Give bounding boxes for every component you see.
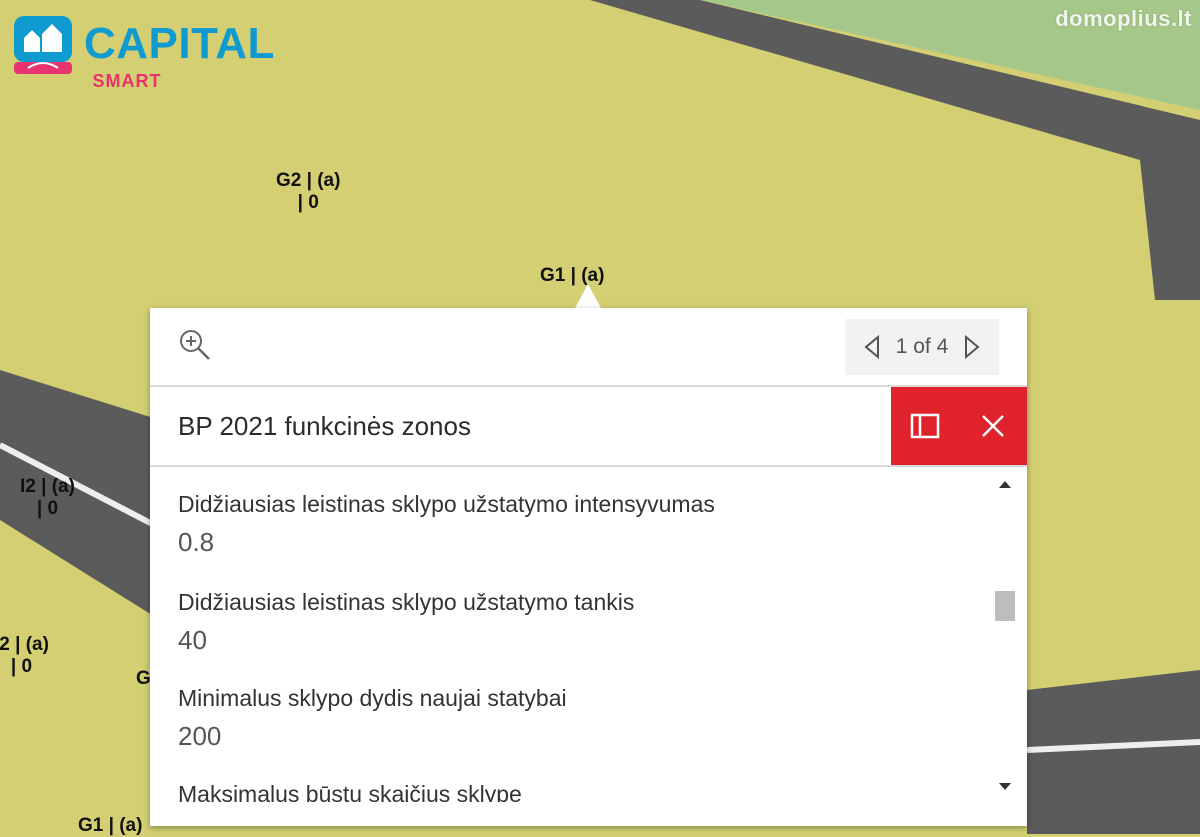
dock-button[interactable]	[905, 406, 945, 446]
popup-content[interactable]: Didžiausias leistinas sklypo užstatymo i…	[150, 467, 1027, 802]
zone-label-text: I2 | (a)	[20, 476, 75, 497]
close-icon	[982, 415, 1004, 437]
feature-popup: 1 of 4 BP 2021 funkcinės zonos Didžiausi…	[150, 308, 1027, 826]
zone-label-i2: I2 | (a) | 0	[0, 634, 49, 678]
scroll-up-arrow-icon[interactable]	[999, 481, 1011, 488]
logo-house-icon	[14, 16, 72, 74]
attribute-label: Didžiausias leistinas sklypo užstatymo t…	[178, 589, 635, 615]
close-button[interactable]	[973, 406, 1013, 446]
zone-label-g2: G2 | (a) | 0	[276, 170, 340, 214]
popup-scrollbar[interactable]	[992, 473, 1018, 798]
logo-subtitle: SMART	[92, 71, 162, 91]
attribute-field: Minimalus sklypo dydis naujai statybai 2…	[178, 683, 567, 753]
chevron-right-icon	[965, 335, 980, 359]
popup-actions	[891, 387, 1027, 465]
zone-label-text: | 0	[36, 498, 59, 519]
attribute-label: Didžiausias leistinas sklypo užstatymo i…	[178, 491, 715, 517]
attribute-value: 200	[178, 721, 222, 751]
attribute-value: 40	[178, 625, 207, 655]
popup-toolbar: 1 of 4	[150, 308, 1027, 387]
zone-label-text: | 0	[297, 192, 319, 213]
scrollbar-thumb[interactable]	[995, 591, 1015, 621]
attribute-label: Minimalus sklypo dydis naujai statybai	[178, 685, 567, 711]
capital-smart-logo: CAPITAL SMART	[14, 16, 275, 90]
zone-label-text: G2 | (a)	[276, 170, 341, 191]
zone-label-text: G1 | (a)	[540, 265, 605, 286]
attribute-field: Didžiausias leistinas sklypo užstatymo t…	[178, 587, 634, 657]
road-lower-right	[1027, 670, 1200, 834]
dock-icon	[910, 413, 940, 439]
previous-feature-button[interactable]	[860, 332, 884, 362]
zone-label-text: I2 | (a)	[0, 634, 49, 655]
scroll-down-arrow-icon[interactable]	[999, 783, 1011, 790]
popup-header: BP 2021 funkcinės zonos	[150, 387, 1027, 467]
attribute-field: Didžiausias leistinas sklypo užstatymo i…	[178, 489, 715, 559]
zoom-in-icon[interactable]	[178, 328, 212, 362]
attribute-value: 0.8	[178, 527, 215, 557]
watermark: domoplius.lt	[1055, 6, 1192, 31]
feature-pager: 1 of 4	[845, 319, 999, 375]
popup-title: BP 2021 funkcinės zonos	[178, 411, 471, 441]
zone-label-g: G	[136, 668, 151, 690]
attribute-field: Maksimalus būstų skaičius sklype	[178, 779, 522, 802]
zone-label-text: G1 | (a)	[78, 815, 143, 836]
zone-label-text: | 0	[10, 656, 33, 677]
zone-label-i2: I2 | (a) | 0	[20, 476, 75, 520]
pager-text: 1 of 4	[895, 335, 949, 358]
attribute-label: Maksimalus būstų skaičius sklype	[178, 781, 522, 802]
chevron-left-icon	[864, 335, 879, 359]
popup-pointer	[574, 284, 602, 310]
logo-title: CAPITAL	[84, 19, 275, 68]
zone-label-text: G	[136, 668, 151, 689]
next-feature-button[interactable]	[960, 332, 984, 362]
